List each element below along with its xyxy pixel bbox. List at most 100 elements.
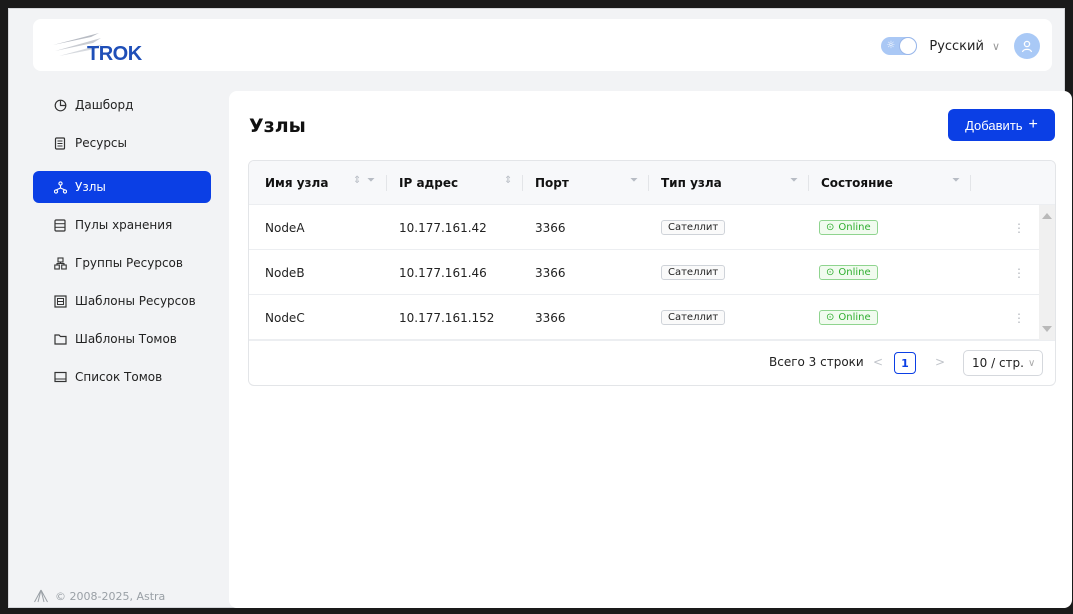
trok-logo[interactable]: TROK [51,25,151,65]
sidebar-item-storage-pools[interactable]: Пулы хранения [33,209,211,241]
more-actions-icon[interactable]: ⋮ [1013,266,1025,280]
sidebar-item-label: Шаблоны Томов [75,332,177,346]
node-type-tag: Сателлит [661,265,726,280]
node-name-cell: NodeB [265,265,305,280]
ip-cell: 10.177.161.152 [399,310,495,325]
sidebar-item-volume-list[interactable]: Список Томов [33,361,211,393]
theme-toggle[interactable]: ☼ [881,37,918,55]
language-select[interactable]: Русский [929,39,984,54]
scroll-up-arrow-icon[interactable] [1042,213,1052,219]
sidebar-item-volume-templates[interactable]: Шаблоны Томов [33,323,211,355]
column-divider [386,175,387,191]
column-header-type[interactable]: Тип узла [661,161,722,205]
volume-list-icon [53,370,67,384]
dashboard-icon [53,98,67,112]
node-type-tag: Сателлит [661,310,726,325]
ip-cell: 10.177.161.42 [399,220,487,235]
column-divider [970,175,971,191]
add-button-label: Добавить [965,117,1023,133]
page-size-select[interactable]: 10 / стр. ∨ [963,350,1043,376]
ip-cell: 10.177.161.46 [399,265,487,280]
table-row[interactable]: NodeA 10.177.161.42 3366 Сателлит ⊙ Onli… [249,205,1039,250]
status-badge: ⊙ Online [819,265,878,280]
avatar[interactable] [1014,33,1040,59]
sidebar-item-label: Узлы [75,180,106,194]
app-frame: TROK ☼ Русский ∨ Дашборд Ресурсы Узлы Пу… [8,8,1072,608]
nodes-icon [53,180,67,194]
toggle-knob [900,38,917,54]
column-header-status[interactable]: Состояние [821,161,893,205]
node-name-cell: NodeC [265,310,305,325]
column-header-port[interactable]: Порт [535,161,569,205]
status-text: Online [838,312,871,323]
user-icon [1021,40,1033,53]
sidebar-item-label: Список Томов [75,370,163,384]
total-rows-text: Всего 3 строки [769,355,864,369]
node-type-tag: Сателлит [661,220,726,235]
filter-icon[interactable]: ⏷ [952,175,960,186]
more-actions-icon[interactable]: ⋮ [1013,311,1025,325]
column-divider [648,175,649,191]
sidebar-item-dashboard[interactable]: Дашборд [33,89,211,121]
status-badge: ⊙ Online [819,310,878,325]
astra-logo-icon [34,589,48,603]
table-header: Имя узла ⇕ ⏷ IP адрес ⇕ Порт ⏷ Тип узла … [249,161,1055,205]
column-header-ip[interactable]: IP адрес [399,161,458,205]
page-title: Узлы [249,115,306,137]
node-name-cell: NodeA [265,220,305,235]
main-panel: Узлы Добавить + Имя узла ⇕ ⏷ IP адрес ⇕ … [229,91,1072,608]
filter-icon[interactable]: ⏷ [367,175,375,186]
sidebar-item-nodes[interactable]: Узлы [33,171,211,203]
more-actions-icon[interactable]: ⋮ [1013,221,1025,235]
plus-icon: + [1028,116,1038,133]
column-header-name[interactable]: Имя узла [265,161,328,205]
logo-text: TROK [87,43,142,65]
chevron-down-icon[interactable]: ∨ [992,40,1000,53]
check-circle-icon: ⊙ [826,222,835,233]
storage-pools-icon [53,218,67,232]
resource-templates-icon [53,294,67,308]
chevron-down-icon: ∨ [1027,357,1036,369]
column-divider [808,175,809,191]
sidebar-item-label: Дашборд [75,98,134,112]
table-row[interactable]: NodeC 10.177.161.152 3366 Сателлит ⊙ Onl… [249,295,1039,340]
port-cell: 3366 [535,220,566,235]
folder-icon [53,332,67,346]
column-divider [522,175,523,191]
status-badge: ⊙ Online [819,220,878,235]
status-text: Online [838,222,871,233]
sidebar-item-label: Группы Ресурсов [75,256,183,270]
scroll-down-arrow-icon[interactable] [1042,326,1052,332]
page-1-button[interactable]: 1 [894,352,916,374]
table-row[interactable]: NodeB 10.177.161.46 3366 Сателлит ⊙ Onli… [249,250,1039,295]
footer-copyright: © 2008-2025, Astra [33,589,165,603]
check-circle-icon: ⊙ [826,312,835,323]
add-node-button[interactable]: Добавить + [948,109,1055,141]
sort-icon[interactable]: ⇕ [353,175,361,186]
filter-icon[interactable]: ⏷ [790,175,798,186]
port-cell: 3366 [535,265,566,280]
copyright-text: © 2008-2025, Astra [55,589,166,603]
sun-icon: ☼ [886,40,896,51]
resources-icon [53,136,67,150]
check-circle-icon: ⊙ [826,267,835,278]
page-size-value: 10 / стр. [972,356,1024,370]
sidebar-item-label: Шаблоны Ресурсов [75,294,196,308]
resource-groups-icon [53,256,67,270]
pagination: Всего 3 строки < 1 > 10 / стр. ∨ [249,340,1055,385]
sidebar-item-resource-groups[interactable]: Группы Ресурсов [33,247,211,279]
sidebar: Дашборд Ресурсы Узлы Пулы хранения Групп… [33,89,213,599]
sort-icon[interactable]: ⇕ [504,175,512,186]
sidebar-item-resource-templates[interactable]: Шаблоны Ресурсов [33,285,211,317]
nodes-table: Имя узла ⇕ ⏷ IP адрес ⇕ Порт ⏷ Тип узла … [248,160,1056,386]
table-scrollbar[interactable] [1039,205,1055,340]
sidebar-item-resources[interactable]: Ресурсы [33,127,211,159]
status-text: Online [838,267,871,278]
sidebar-item-label: Ресурсы [75,136,128,150]
sidebar-item-label: Пулы хранения [75,218,173,232]
prev-page-icon[interactable]: < [873,355,883,369]
next-page-icon[interactable]: > [935,355,945,369]
port-cell: 3366 [535,310,566,325]
filter-icon[interactable]: ⏷ [630,175,638,186]
top-bar: TROK ☼ Русский ∨ [33,19,1052,71]
